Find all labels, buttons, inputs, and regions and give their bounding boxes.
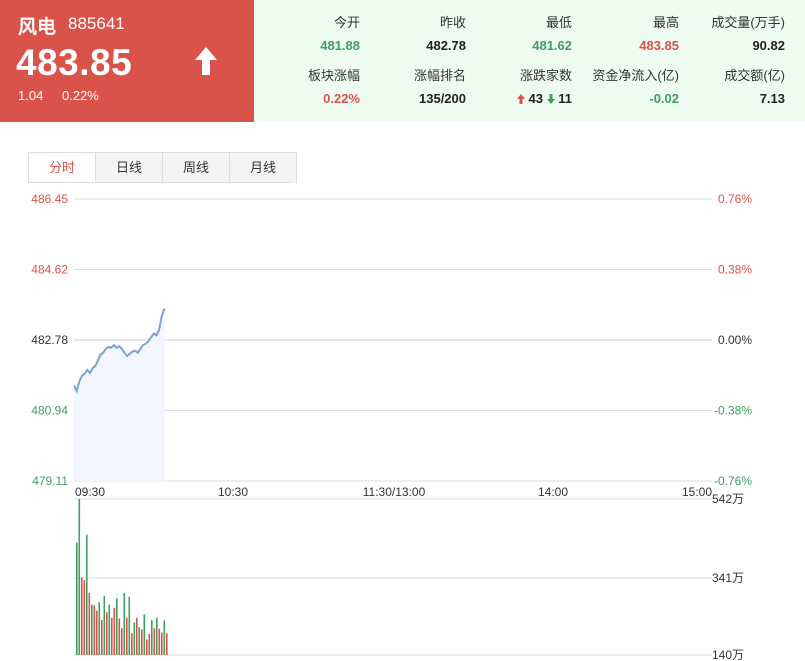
volume-bar	[131, 633, 133, 655]
intraday-chart: 486.45 0.76% 484.62 0.38% 482.78 0.00% 480.94 -…	[31, 192, 752, 661]
volume-tick-label: 341万	[712, 571, 744, 585]
volume-bar	[78, 499, 81, 655]
volume-tick-label: 140万	[712, 648, 744, 661]
volume-bar	[148, 634, 151, 655]
price-tick-label: 484.62	[31, 263, 68, 277]
volume-bar	[138, 627, 141, 655]
volume-bar	[111, 617, 113, 655]
volume-bar	[161, 632, 163, 655]
volume-bar	[118, 618, 121, 655]
volume-bar	[128, 596, 131, 655]
price-tick-label: 479.11	[32, 474, 68, 488]
price-tick-label: 486.45	[31, 192, 68, 206]
volume-bar	[101, 620, 103, 655]
pct-tick-label: 0.38%	[718, 263, 752, 277]
volume-tick-label: 542万	[712, 492, 744, 506]
volume-bar	[108, 604, 111, 655]
volume-bar	[98, 602, 101, 655]
volume-bar	[166, 633, 168, 655]
pct-tick-label: -0.38%	[714, 404, 752, 418]
volume-bar	[116, 598, 118, 655]
volume-bar	[136, 617, 138, 655]
volume-bar	[133, 622, 136, 655]
volume-bar	[93, 605, 96, 655]
time-tick-label: 14:00	[538, 485, 568, 499]
volume-bar	[121, 628, 123, 655]
volume-bar	[86, 534, 88, 655]
time-tick-label: 09:30	[75, 485, 105, 499]
pct-tick-label: 0.76%	[718, 192, 752, 206]
volume-bar	[103, 596, 106, 655]
volume-bar	[153, 628, 156, 655]
volume-bar	[81, 577, 83, 655]
volume-bar	[91, 604, 93, 655]
time-tick-label: 15:00	[682, 485, 712, 499]
pct-tick-label: 0.00%	[718, 333, 752, 347]
volume-bar	[163, 620, 166, 655]
time-tick-label: 11:30/13:00	[363, 485, 426, 499]
volume-bar	[158, 628, 161, 655]
volume-bar	[123, 592, 126, 655]
volume-bar	[146, 639, 148, 655]
volume-bar	[151, 620, 153, 655]
volume-bar	[141, 629, 143, 655]
volume-bar	[106, 612, 108, 655]
price-tick-label: 480.94	[31, 404, 68, 418]
volume-bar	[156, 617, 158, 655]
time-tick-label: 10:30	[218, 485, 248, 499]
pct-tick-label: -0.76%	[714, 474, 752, 488]
volume-bar	[88, 592, 91, 655]
price-tick-label: 482.78	[31, 333, 68, 347]
volume-bar	[113, 607, 116, 655]
volume-bar	[83, 580, 86, 655]
volume-bar	[143, 614, 146, 655]
volume-bar	[76, 542, 78, 655]
volume-bar	[96, 610, 98, 655]
volume-bar	[126, 617, 128, 655]
price-area	[74, 308, 165, 481]
